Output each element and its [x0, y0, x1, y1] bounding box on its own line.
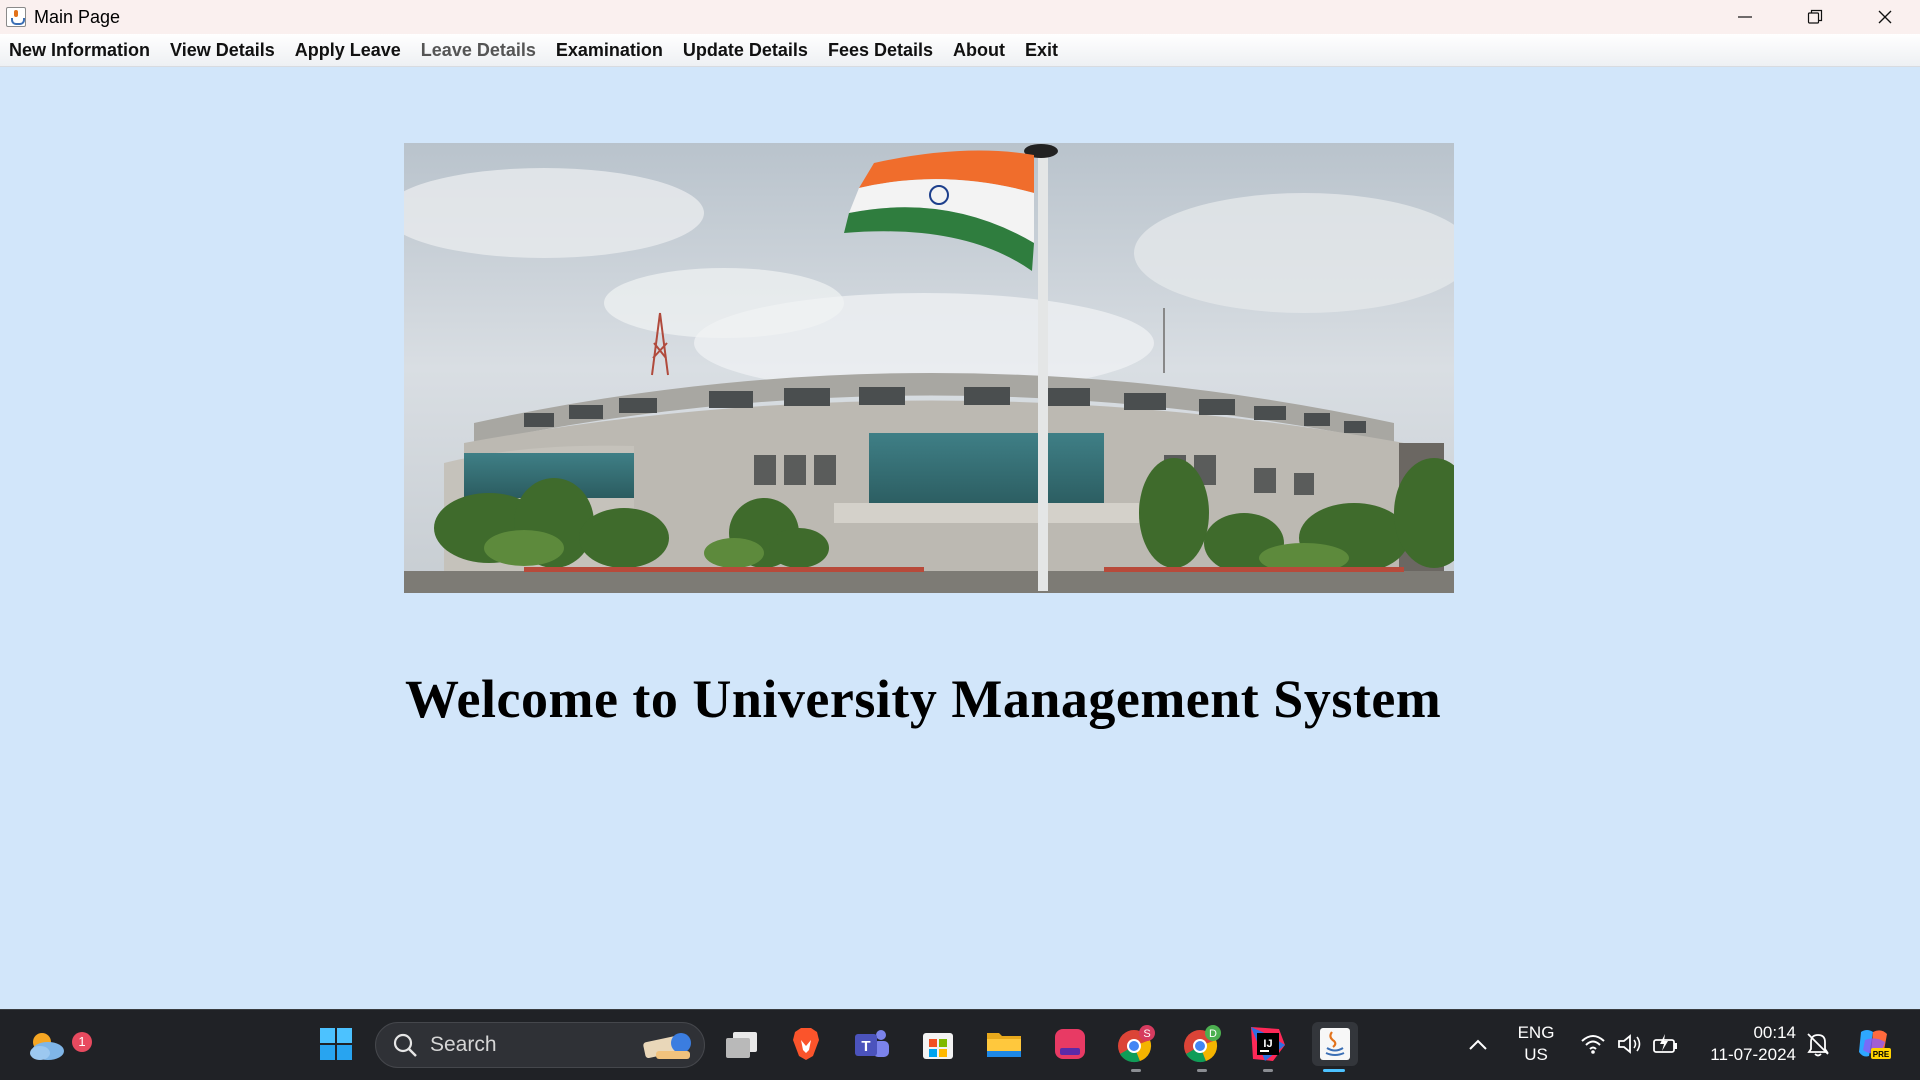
svg-text:T: T — [861, 1038, 870, 1055]
app-icon — [1055, 1029, 1085, 1059]
intellij-idea-icon: IJ — [1251, 1027, 1285, 1061]
teams-icon: T — [855, 1030, 889, 1057]
notifications-button[interactable] — [1798, 1022, 1838, 1066]
taskbar-search[interactable]: Search — [375, 1022, 705, 1068]
menu-leave-details[interactable]: Leave Details — [412, 40, 545, 61]
brave-browser-icon — [793, 1028, 819, 1060]
chrome-profile-s-icon: S — [1118, 1025, 1155, 1063]
menu-exit[interactable]: Exit — [1016, 40, 1067, 61]
search-highlight-icon — [643, 1033, 691, 1059]
volume-icon — [1618, 1034, 1641, 1054]
quick-settings-button[interactable] — [1570, 1022, 1690, 1066]
file-explorer-button[interactable] — [982, 1022, 1026, 1066]
battery-charging-icon — [1653, 1034, 1677, 1053]
microsoft-store-icon — [923, 1033, 953, 1059]
svg-text:PRE: PRE — [1873, 1050, 1890, 1059]
minimize-button[interactable] — [1710, 0, 1780, 34]
taskbar: 1 Search T S D IJ ENG US 00:14 11-07-202… — [0, 1009, 1920, 1080]
start-button[interactable] — [314, 1022, 358, 1066]
clock-time: 00:14 — [1753, 1023, 1796, 1042]
running-indicator — [1197, 1069, 1207, 1072]
language-code: ENG — [1517, 1023, 1555, 1042]
weather-badge: 1 — [72, 1032, 92, 1052]
welcome-heading: Welcome to University Management System — [405, 669, 1442, 729]
active-indicator — [1323, 1069, 1345, 1072]
keyboard-layout: US — [1524, 1045, 1548, 1064]
menu-fees-details[interactable]: Fees Details — [819, 40, 942, 61]
chrome-profile-d-label: D — [1209, 1028, 1217, 1040]
window-controls — [1710, 0, 1920, 34]
intellij-idea-button[interactable]: IJ — [1246, 1022, 1290, 1072]
search-icon — [393, 1033, 417, 1057]
menu-apply-leave[interactable]: Apply Leave — [286, 40, 410, 61]
menu-new-information[interactable]: New Information — [0, 40, 159, 61]
chrome-profile-s-button[interactable]: S — [1114, 1022, 1158, 1072]
restore-button[interactable] — [1780, 0, 1850, 34]
language-indicator[interactable]: ENG US — [1510, 1022, 1562, 1066]
chrome-profile-d-icon: D — [1184, 1025, 1221, 1063]
chevron-up-icon — [1469, 1039, 1487, 1050]
university-building-image — [404, 143, 1454, 593]
close-button[interactable] — [1850, 0, 1920, 34]
running-indicator — [1131, 1069, 1141, 1072]
search-placeholder: Search — [430, 1033, 497, 1056]
window-title: Main Page — [34, 6, 121, 27]
menu-bar: New Information View Details Apply Leave… — [0, 34, 1920, 67]
restore-icon — [1807, 9, 1823, 24]
brave-browser-button[interactable] — [784, 1022, 828, 1066]
menu-update-details[interactable]: Update Details — [674, 40, 817, 61]
intellij-label: IJ — [1263, 1038, 1272, 1050]
running-indicator — [1263, 1069, 1273, 1072]
clock[interactable]: 00:14 11-07-2024 — [1700, 1022, 1796, 1066]
show-hidden-icons-button[interactable] — [1456, 1022, 1500, 1066]
notification-bell-icon — [1807, 1033, 1829, 1057]
weather-widget[interactable]: 1 — [24, 1022, 92, 1066]
java-app-icon — [1320, 1028, 1350, 1060]
java-app-button[interactable] — [1312, 1022, 1358, 1072]
menu-about[interactable]: About — [944, 40, 1014, 61]
copilot-pre-icon: PRE — [1859, 1030, 1891, 1059]
campus-photo — [404, 143, 1454, 593]
task-view-icon — [726, 1032, 757, 1058]
java-app-icon — [6, 7, 26, 27]
window-titlebar: Main Page — [0, 0, 1920, 34]
weather-cloud-icon — [30, 1033, 64, 1060]
wifi-icon — [1581, 1035, 1605, 1054]
windows-start-icon — [320, 1028, 352, 1060]
close-icon — [1878, 10, 1892, 24]
minimize-icon — [1738, 16, 1752, 18]
app-button[interactable] — [1048, 1022, 1092, 1066]
copilot-button[interactable]: PRE — [1852, 1022, 1896, 1066]
menu-examination[interactable]: Examination — [547, 40, 672, 61]
menu-view-details[interactable]: View Details — [161, 40, 284, 61]
teams-button[interactable]: T — [850, 1022, 894, 1066]
file-explorer-icon — [987, 1033, 1021, 1057]
chrome-profile-s-label: S — [1143, 1028, 1150, 1040]
chrome-profile-d-button[interactable]: D — [1180, 1022, 1224, 1072]
microsoft-store-button[interactable] — [916, 1022, 960, 1066]
clock-date: 11-07-2024 — [1710, 1045, 1796, 1064]
task-view-button[interactable] — [719, 1022, 763, 1066]
